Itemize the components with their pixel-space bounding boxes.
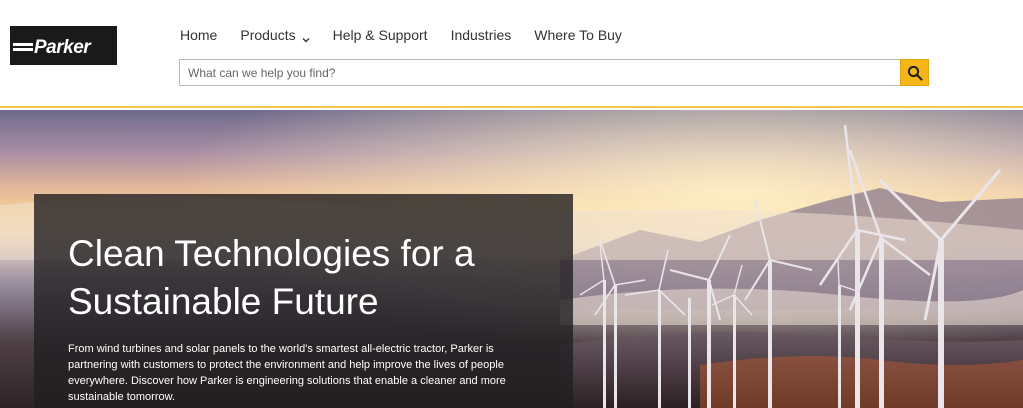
svg-text:Parker: Parker xyxy=(34,37,92,58)
main-nav: Home Products Help & Support Industries … xyxy=(180,24,645,46)
search-button[interactable] xyxy=(900,59,929,86)
parker-logo[interactable]: Parker xyxy=(10,26,117,65)
nav-help-support[interactable]: Help & Support xyxy=(333,27,428,43)
parker-logo-mark: Parker xyxy=(10,26,117,65)
nav-help-support-label: Help & Support xyxy=(332,27,428,43)
nav-products[interactable]: Products xyxy=(240,27,310,43)
nav-where-to-buy[interactable]: Where To Buy xyxy=(534,27,622,43)
nav-industries-label: Industries xyxy=(450,27,512,43)
nav-home[interactable]: Home xyxy=(180,27,217,43)
search-icon xyxy=(907,65,923,81)
hero-text-panel: Clean Technologies for a Sustainable Fut… xyxy=(34,194,573,408)
nav-products-label: Products xyxy=(240,27,296,43)
hero-title: Clean Technologies for a Sustainable Fut… xyxy=(68,233,475,322)
site-header: Parker Home Products Help & Support Indu… xyxy=(0,0,1023,108)
hero-description: From wind turbines and solar panels to t… xyxy=(68,343,506,403)
search-bar xyxy=(179,59,929,86)
nav-home-label: Home xyxy=(180,27,218,43)
nav-where-to-buy-label: Where To Buy xyxy=(534,27,622,43)
search-input[interactable] xyxy=(180,60,900,85)
nav-industries[interactable]: Industries xyxy=(451,27,512,43)
chevron-down-icon xyxy=(302,31,310,43)
hero-banner: Clean Technologies for a Sustainable Fut… xyxy=(0,110,1023,408)
